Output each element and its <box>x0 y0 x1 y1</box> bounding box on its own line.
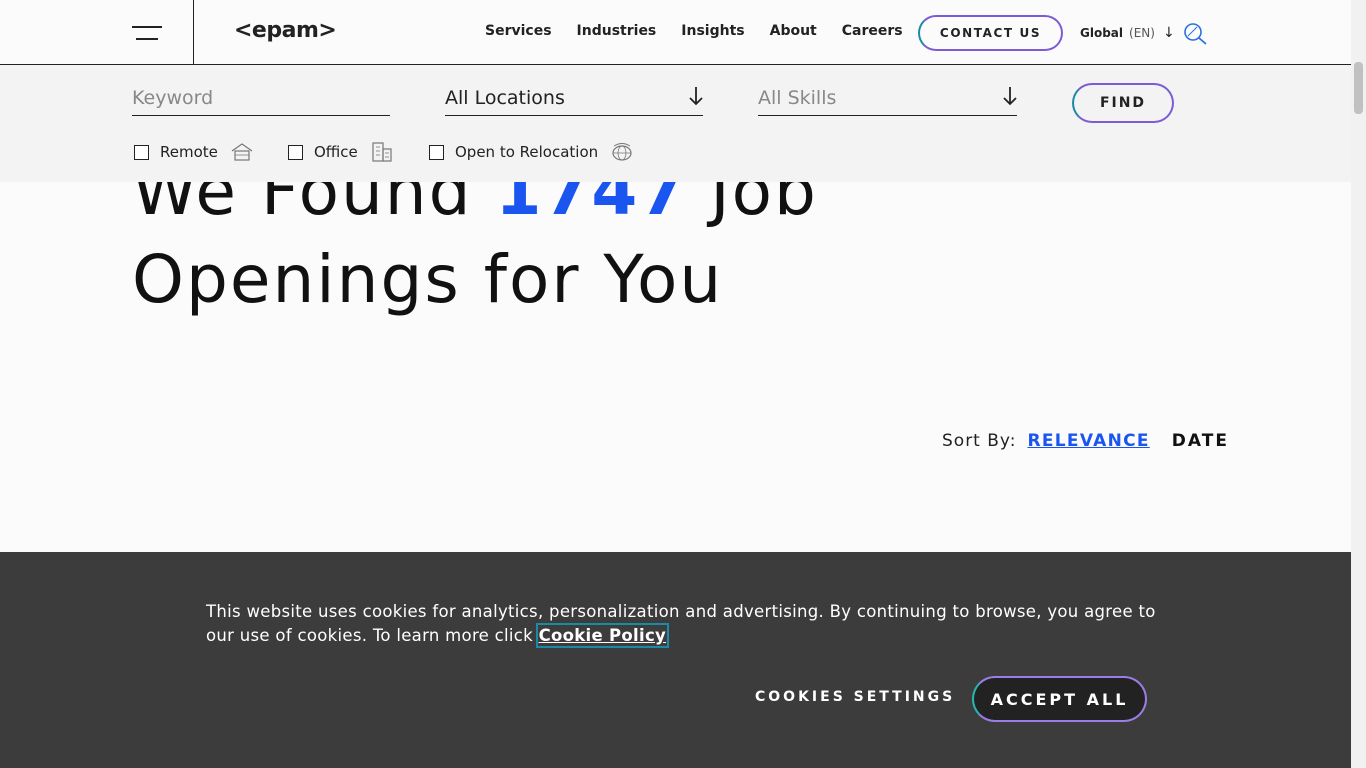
menu-icon-bar <box>132 26 162 28</box>
job-search-filters: Keyword All Locations All Skills FIND Re… <box>0 65 1351 182</box>
remote-checkbox[interactable]: Remote <box>134 141 254 163</box>
cookie-policy-link[interactable]: Cookie Policy <box>535 623 670 648</box>
globe-icon <box>612 143 632 161</box>
cookies-settings-button[interactable]: COOKIES SETTINGS <box>755 689 955 705</box>
checkbox-label: Office <box>314 143 358 161</box>
office-checkbox[interactable]: Office <box>288 141 394 163</box>
nav-item-insights[interactable]: Insights <box>681 23 744 39</box>
relocation-checkbox[interactable]: Open to Relocation <box>429 141 634 163</box>
accept-all-button[interactable]: ACCEPT ALL <box>972 676 1147 722</box>
location-dropdown[interactable]: All Locations <box>445 85 703 116</box>
main-nav: Services Industries Insights About Caree… <box>485 23 903 39</box>
keyword-input-placeholder: Keyword <box>132 87 214 109</box>
checkbox-label: Remote <box>160 143 218 161</box>
menu-icon[interactable] <box>132 25 162 41</box>
house-icon <box>231 143 253 161</box>
location-dropdown-value: All Locations <box>445 87 565 109</box>
cookie-message-text: This website uses cookies for analytics,… <box>206 602 1156 645</box>
heading-line-2: Openings for You <box>132 241 724 318</box>
cookie-banner: This website uses cookies for analytics,… <box>0 552 1351 768</box>
language-selector-label: Global <box>1080 26 1124 40</box>
checkbox-box[interactable] <box>429 144 444 160</box>
site-header: <epam> Services Industries Insights Abou… <box>0 0 1351 65</box>
arrow-down-icon <box>689 87 703 106</box>
header-divider <box>193 0 194 65</box>
nav-item-services[interactable]: Services <box>485 23 552 39</box>
sort-label: Sort By: <box>942 431 1017 451</box>
arrow-down-icon <box>1003 87 1017 106</box>
checkbox-box[interactable] <box>134 144 149 160</box>
cookie-message: This website uses cookies for analytics,… <box>206 600 1156 648</box>
skills-dropdown-placeholder: All Skills <box>758 87 837 109</box>
language-selector[interactable]: Global (EN) ↓ <box>1080 25 1175 41</box>
contact-us-button[interactable]: CONTACT US <box>918 15 1063 51</box>
keyword-input[interactable]: Keyword <box>132 85 390 116</box>
nav-item-industries[interactable]: Industries <box>577 23 657 39</box>
nav-item-about[interactable]: About <box>770 23 817 39</box>
find-button[interactable]: FIND <box>1072 83 1174 123</box>
skills-dropdown[interactable]: All Skills <box>758 85 1017 116</box>
sort-relevance-link[interactable]: RELEVANCE <box>1027 431 1149 451</box>
language-code: (EN) <box>1129 26 1155 40</box>
sort-controls: Sort By: RELEVANCE DATE <box>942 431 1229 451</box>
search-icon[interactable] <box>1182 22 1208 46</box>
menu-icon-bar <box>136 38 158 40</box>
checkbox-label: Open to Relocation <box>455 143 599 161</box>
building-icon <box>372 142 392 162</box>
checkbox-box[interactable] <box>288 144 303 160</box>
arrow-down-icon: ↓ <box>1162 25 1175 41</box>
nav-item-careers[interactable]: Careers <box>842 23 903 39</box>
scrollbar-thumb[interactable] <box>1354 62 1363 114</box>
sort-date-link[interactable]: DATE <box>1172 431 1229 451</box>
page-scrollbar[interactable] <box>1351 0 1366 768</box>
epam-logo[interactable]: <epam> <box>234 18 337 43</box>
